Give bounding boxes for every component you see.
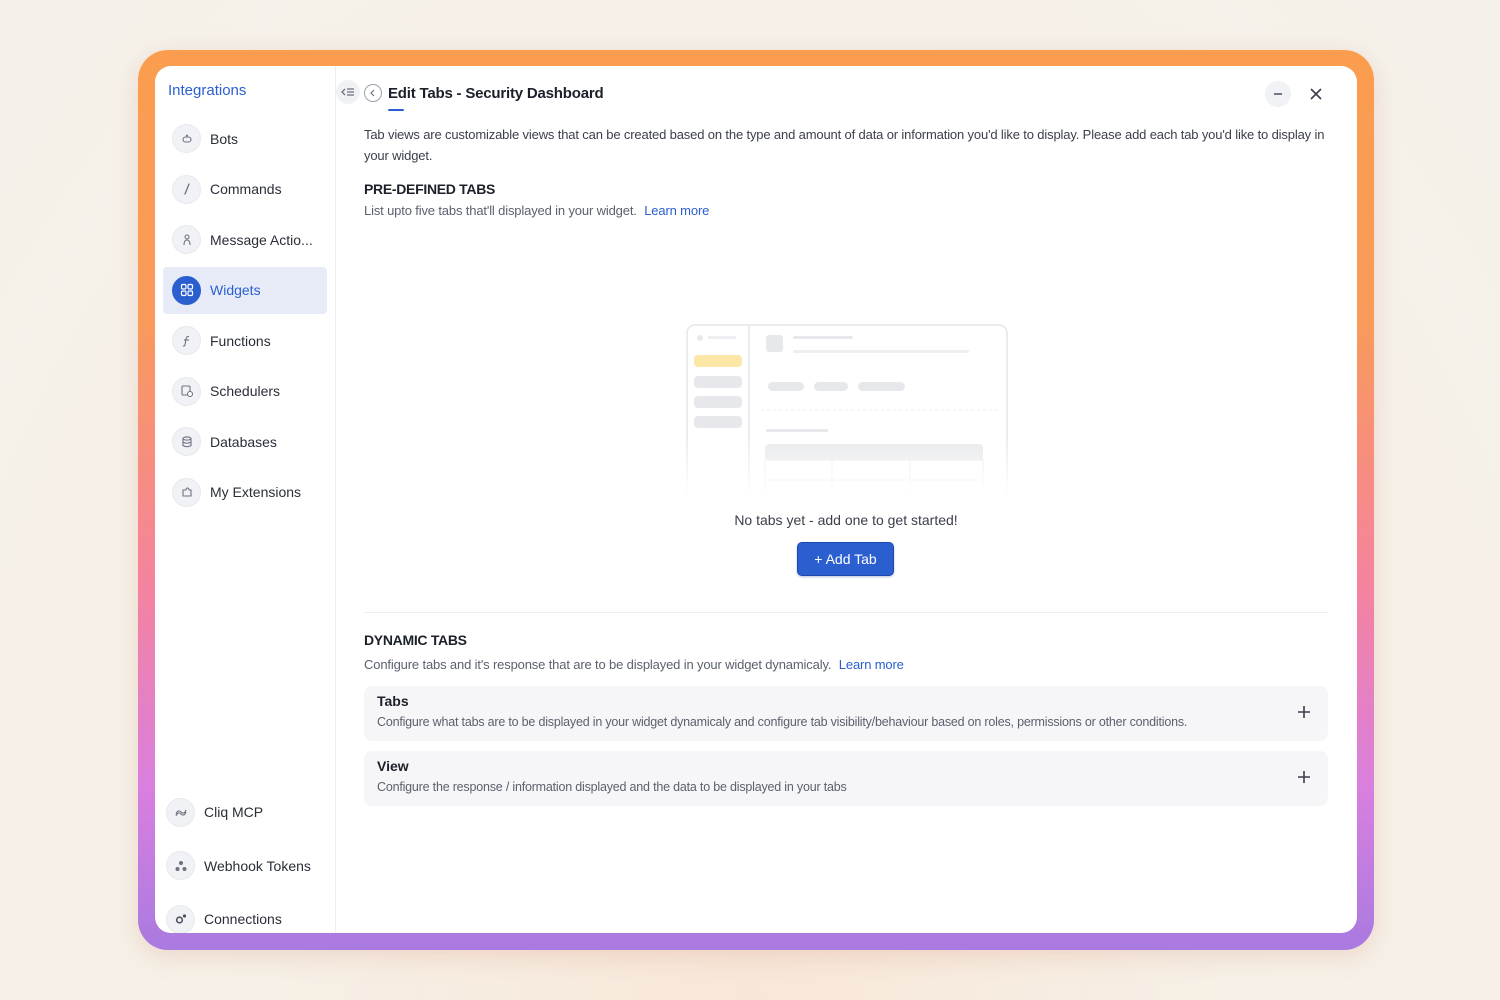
bot-icon	[172, 124, 201, 153]
sidebar-item-label: Message Actio...	[210, 231, 313, 248]
predefined-section: PRE-DEFINED TABS List upto five tabs tha…	[364, 181, 1328, 218]
function-icon	[172, 326, 201, 355]
sidebar-item-widgets[interactable]: Widgets	[163, 266, 327, 314]
predefined-desc: List upto five tabs that'll displayed in…	[364, 203, 637, 218]
topbar: Edit Tabs - Security Dashboard	[364, 81, 1337, 113]
dynamic-section: DYNAMIC TABS Configure tabs and it's res…	[364, 632, 1328, 816]
puzzle-icon	[172, 477, 201, 507]
sidebar: Integrations Bots Commands Message Actio…	[155, 66, 360, 933]
database-icon	[172, 427, 201, 456]
minimize-button[interactable]	[1265, 81, 1291, 107]
sidebar-item-label: Connections	[204, 911, 282, 927]
grid-icon	[172, 275, 201, 305]
sidebar-title: Integrations	[168, 82, 247, 99]
hand-icon	[172, 225, 201, 254]
minus-icon	[1274, 93, 1282, 95]
sidebar-item-label: Databases	[210, 433, 277, 450]
empty-state-text: No tabs yet - add one to get started!	[734, 512, 958, 528]
add-view-config-button[interactable]	[1295, 768, 1313, 786]
sidebar-header: Integrations	[168, 80, 360, 104]
sidebar-item-label: My Extensions	[210, 484, 302, 500]
sidebar-item-databases[interactable]: Databases	[163, 418, 327, 465]
view-card-desc: Configure the response / information dis…	[377, 780, 847, 794]
dynamic-learn-more-link[interactable]: Learn more	[839, 657, 904, 672]
sidebar-item-my-extensions[interactable]: My Extensions	[163, 469, 327, 516]
sidebar-item-connections[interactable]: Connections	[163, 895, 327, 933]
window-frame: Integrations Bots Commands Message Actio…	[138, 50, 1374, 950]
slash-icon	[172, 174, 201, 204]
dynamic-title: DYNAMIC TABS	[364, 632, 467, 648]
page-title: Edit Tabs - Security Dashboard	[388, 85, 604, 102]
back-button[interactable]	[364, 84, 382, 102]
sidebar-item-label: Bots	[210, 130, 239, 147]
chevron-left-icon	[370, 89, 375, 97]
sidebar-bottom-nav: Cliq MCP Webhook Tokens Connections	[163, 788, 327, 933]
plus-icon	[1298, 771, 1310, 783]
view-card[interactable]: View Configure the response / informatio…	[364, 751, 1328, 806]
title-underline	[388, 109, 404, 111]
content: Tab views are customizable views that ca…	[364, 124, 1328, 806]
predefined-title: PRE-DEFINED TABS	[364, 181, 496, 197]
add-tab-button[interactable]: + Add Tab	[797, 542, 894, 576]
connections-icon	[166, 904, 195, 933]
sidebar-nav: Bots Commands Message Actio... Widgets F…	[163, 115, 327, 519]
dynamic-cards: Tabs Configure what tabs are to be displ…	[364, 686, 1328, 806]
sidebar-item-label: Cliq MCP	[204, 804, 264, 820]
plus-icon	[1298, 706, 1310, 718]
sidebar-item-webhook-tokens[interactable]: Webhook Tokens	[163, 842, 327, 890]
predefined-desc-row: List upto five tabs that'll displayed in…	[364, 203, 1328, 218]
sidebar-item-schedulers[interactable]: Schedulers	[163, 368, 327, 415]
webhook-icon	[166, 851, 195, 880]
dynamic-desc-row: Configure tabs and it's response that ar…	[364, 657, 1328, 672]
view-card-title: View	[377, 758, 409, 774]
tabs-card[interactable]: Tabs Configure what tabs are to be displ…	[364, 686, 1328, 741]
sidebar-item-cliq-mcp[interactable]: Cliq MCP	[163, 788, 327, 836]
sidebar-item-functions[interactable]: Functions	[163, 317, 327, 364]
sidebar-item-label: Widgets	[210, 282, 261, 298]
sidebar-item-message-actions[interactable]: Message Actio...	[163, 216, 327, 263]
sidebar-item-label: Schedulers	[210, 383, 281, 399]
sidebar-item-label: Webhook Tokens	[204, 857, 311, 874]
sidebar-item-commands[interactable]: Commands	[163, 166, 327, 213]
dynamic-desc: Configure tabs and it's response that ar…	[364, 657, 832, 672]
tabs-card-title: Tabs	[377, 693, 409, 709]
sidebar-item-label: Commands	[210, 181, 282, 197]
empty-state-illustration	[686, 324, 1008, 496]
main-panel: Edit Tabs - Security Dashboard Tab views…	[336, 66, 1357, 933]
scheduler-icon	[172, 376, 201, 406]
mcp-icon	[166, 797, 195, 827]
sidebar-item-bots[interactable]: Bots	[163, 115, 327, 162]
intro-text: Tab views are customizable views that ca…	[364, 127, 1325, 163]
tabs-card-desc: Configure what tabs are to be displayed …	[377, 715, 1188, 729]
predefined-learn-more-link[interactable]: Learn more	[644, 203, 709, 218]
close-button[interactable]	[1303, 81, 1329, 107]
integrations-window: Integrations Bots Commands Message Actio…	[155, 66, 1357, 933]
section-divider	[364, 612, 1328, 613]
sidebar-item-label: Functions	[210, 332, 271, 349]
close-icon	[1310, 88, 1322, 100]
add-tabs-config-button[interactable]	[1295, 703, 1313, 721]
